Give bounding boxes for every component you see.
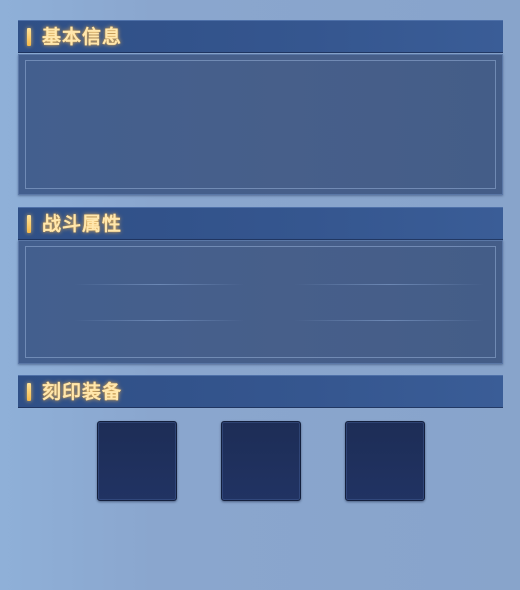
engraved-equipment-title: 刻印装备 [42, 381, 123, 403]
battle-stats-header: 战斗属性 [18, 207, 503, 240]
equip-slot-1[interactable] [97, 421, 177, 501]
battle-stats-panel [18, 240, 503, 364]
stat-divider [294, 284, 484, 285]
header-accent-bar [27, 383, 31, 401]
stat-divider [74, 284, 244, 285]
battle-stats-frame [25, 246, 496, 358]
header-accent-bar [27, 215, 31, 233]
engraved-equipment-header: 刻印装备 [18, 375, 503, 408]
basic-info-header: 基本信息 [18, 20, 503, 53]
header-accent-bar [27, 28, 31, 46]
basic-info-frame [25, 60, 496, 189]
stat-divider [74, 320, 244, 321]
basic-info-panel [18, 54, 503, 195]
basic-info-title: 基本信息 [42, 26, 123, 48]
equip-slot-2[interactable] [221, 421, 301, 501]
battle-stats-title: 战斗属性 [42, 213, 123, 235]
equip-slot-3[interactable] [345, 421, 425, 501]
stat-divider [294, 320, 484, 321]
